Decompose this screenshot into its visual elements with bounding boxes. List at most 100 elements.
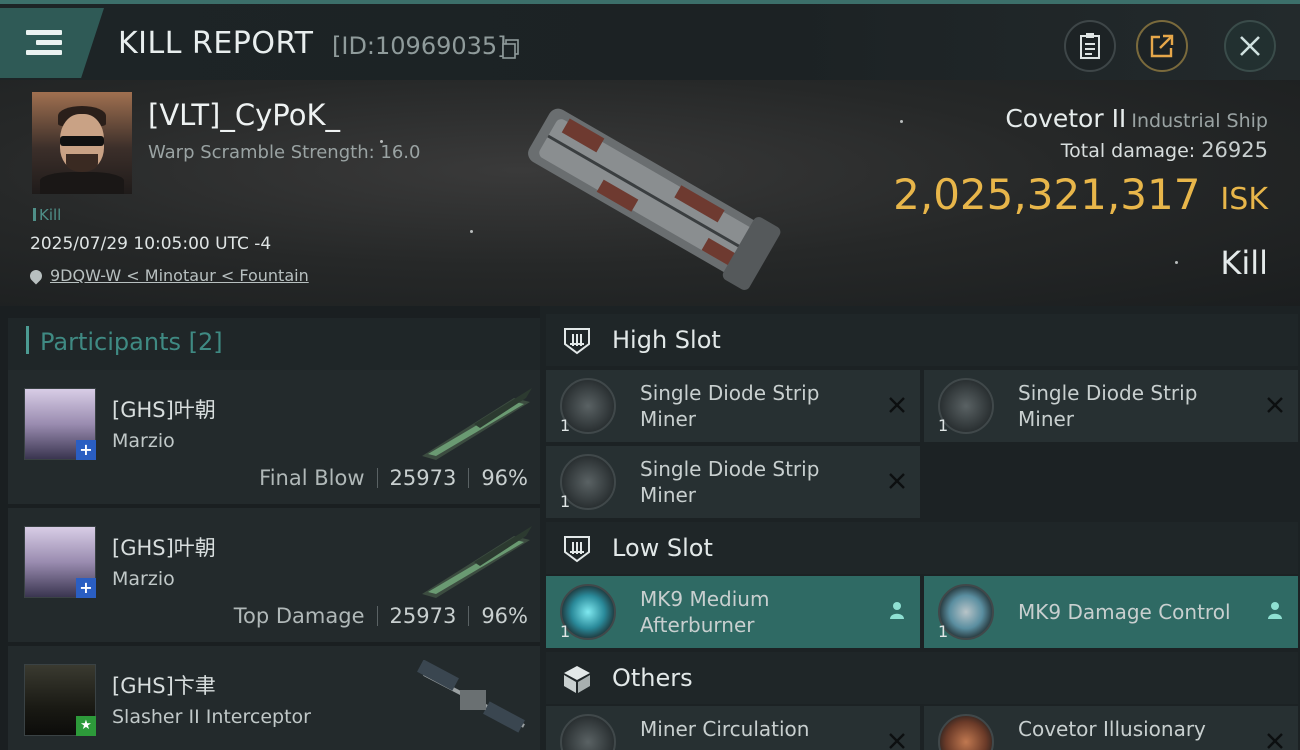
avatar-beard xyxy=(66,154,98,172)
isk-value: 2,025,321,317 ISK xyxy=(893,170,1268,219)
kill-tag: Kill xyxy=(33,206,61,224)
report-id: [ID:10969035] xyxy=(332,32,507,60)
corp-badge: + xyxy=(76,578,96,598)
low-slot-label: Low Slot xyxy=(612,534,713,562)
stat-divider xyxy=(468,468,470,488)
kill-tag-label: Kill xyxy=(39,206,62,224)
background-star xyxy=(1175,261,1178,264)
module-name: Miner Circulation xyxy=(640,717,810,741)
damage-value: 25973 xyxy=(389,604,457,628)
module-quantity: 1 xyxy=(560,622,571,641)
kill-result: Kill xyxy=(1220,244,1268,282)
isk-unit: ISK xyxy=(1220,182,1268,217)
participant-corp-name: [GHS]叶朝 xyxy=(112,398,216,422)
stat-divider xyxy=(376,606,378,626)
module-item[interactable]: 1 Single Diode Strip Miner xyxy=(546,370,920,442)
module-name: MK9 Damage Control xyxy=(1018,600,1231,624)
high-slot-header: High Slot xyxy=(546,314,1298,366)
total-damage-label: Total damage: xyxy=(1060,140,1196,162)
module-item[interactable]: 1 Single Diode Strip Miner xyxy=(924,370,1298,442)
copy-icon[interactable] xyxy=(502,39,520,59)
others-header: Others xyxy=(546,652,1298,704)
module-quantity: 1 xyxy=(560,416,571,435)
victim-panel: [VLT]_CyPoK_ Warp Scramble Strength: 16.… xyxy=(0,80,1300,306)
module-name: Single Diode Strip Miner xyxy=(1018,381,1198,431)
cargo-cube-icon xyxy=(564,666,590,693)
corp-badge: + xyxy=(76,440,96,460)
damage-value: 25973 xyxy=(389,466,457,490)
module-name: MK9 Medium Afterburner xyxy=(640,587,770,637)
stat-divider xyxy=(376,468,378,488)
dropped-icon xyxy=(1268,602,1282,619)
participant-row[interactable]: + [GHS]叶朝 Marzio Top Damage 25973 96% xyxy=(8,508,540,642)
destroyed-icon xyxy=(889,473,905,489)
module-name: Covetor Illusionary xyxy=(1018,717,1206,741)
participants-header: Participants [2] xyxy=(8,318,540,372)
miner-circulation-icon xyxy=(560,714,616,750)
clipboard-button[interactable] xyxy=(1064,20,1116,72)
destroyed-icon xyxy=(889,397,905,413)
location-link[interactable]: 9DQW-W < Minotaur < Fountain xyxy=(27,266,309,285)
damage-percent: 96% xyxy=(481,466,528,490)
participant-avatar[interactable]: + xyxy=(24,388,96,460)
victim-avatar[interactable] xyxy=(32,92,132,194)
participant-ship-image[interactable] xyxy=(414,522,534,602)
total-damage: Total damage: 26925 xyxy=(1061,138,1268,162)
participant-stats: Top Damage 25973 96% xyxy=(234,604,528,628)
total-damage-value: 26925 xyxy=(1201,138,1268,162)
participant-avatar[interactable]: + xyxy=(24,526,96,598)
module-item[interactable]: 1 MK9 Damage Control xyxy=(924,576,1298,648)
stat-label: Final Blow xyxy=(259,466,365,490)
corp-badge: ★ xyxy=(76,716,96,736)
participants-title: Participants [2] xyxy=(40,328,223,356)
module-quantity: 1 xyxy=(560,492,571,511)
high-slot-icon xyxy=(564,328,590,355)
module-item[interactable]: 1 Covetor Illusionary xyxy=(924,706,1298,750)
damage-percent: 96% xyxy=(481,604,528,628)
participants-panel: Participants [2] + [GHS]叶朝 Marzio Final … xyxy=(0,306,540,750)
module-item[interactable]: 1 MK9 Medium Afterburner xyxy=(546,576,920,648)
module-name: Single Diode Strip Miner xyxy=(640,457,820,507)
participant-corp-name: [GHS]叶朝 xyxy=(112,536,216,560)
menu-button[interactable] xyxy=(0,8,104,78)
stat-divider xyxy=(468,606,470,626)
ship-name[interactable]: Covetor II xyxy=(1005,104,1126,133)
location-pin-icon xyxy=(27,267,45,285)
participant-pilot: Marzio xyxy=(112,568,175,590)
module-item[interactable]: 1 Miner Circulation xyxy=(546,706,920,750)
header-bar: KILL REPORT [ID:10969035] xyxy=(0,0,1300,80)
avatar-glasses xyxy=(60,136,104,146)
ship-class: Industrial Ship xyxy=(1131,110,1268,132)
stat-label: Top Damage xyxy=(233,604,365,628)
kill-timestamp: 2025/07/29 10:05:00 UTC -4 xyxy=(30,234,272,254)
low-slot-header: Low Slot xyxy=(546,522,1298,574)
location-label[interactable]: 9DQW-W < Minotaur < Fountain xyxy=(50,266,309,285)
header-marker xyxy=(26,326,29,354)
participant-ship-image[interactable] xyxy=(414,384,534,464)
participant-row[interactable]: + [GHS]叶朝 Marzio Final Blow 25973 96% xyxy=(8,370,540,504)
participant-corp-name: [GHS]卞聿 xyxy=(112,674,216,698)
participant-avatar[interactable]: ★ xyxy=(24,664,96,736)
menu-icon-bar xyxy=(26,50,62,55)
background-star xyxy=(900,120,903,123)
module-quantity: 1 xyxy=(938,416,949,435)
others-label: Others xyxy=(612,664,693,692)
destroyed-icon xyxy=(1267,733,1283,749)
participant-ship-image[interactable] xyxy=(414,660,534,740)
destroyed-icon xyxy=(1267,397,1283,413)
ship-info: Covetor II Industrial Ship xyxy=(1005,104,1268,133)
close-button[interactable] xyxy=(1224,20,1276,72)
menu-icon-bar xyxy=(36,40,62,45)
participant-pilot: Slasher II Interceptor xyxy=(112,706,311,728)
module-quantity: 1 xyxy=(938,622,949,641)
victim-name[interactable]: [VLT]_CyPoK_ xyxy=(148,98,340,132)
warp-scramble-strength: Warp Scramble Strength: 16.0 xyxy=(148,142,421,163)
fitting-panel: High Slot 1 Single Diode Strip Miner 1 S… xyxy=(540,306,1300,750)
module-item[interactable]: 1 Single Diode Strip Miner xyxy=(546,446,920,518)
ship-image[interactable] xyxy=(512,96,792,296)
participant-row[interactable]: ★ [GHS]卞聿 Slasher II Interceptor xyxy=(8,646,540,750)
module-name: Single Diode Strip Miner xyxy=(640,381,820,431)
share-button[interactable] xyxy=(1136,20,1188,72)
tag-marker xyxy=(33,208,36,221)
participant-stats: Final Blow 25973 96% xyxy=(259,466,528,490)
